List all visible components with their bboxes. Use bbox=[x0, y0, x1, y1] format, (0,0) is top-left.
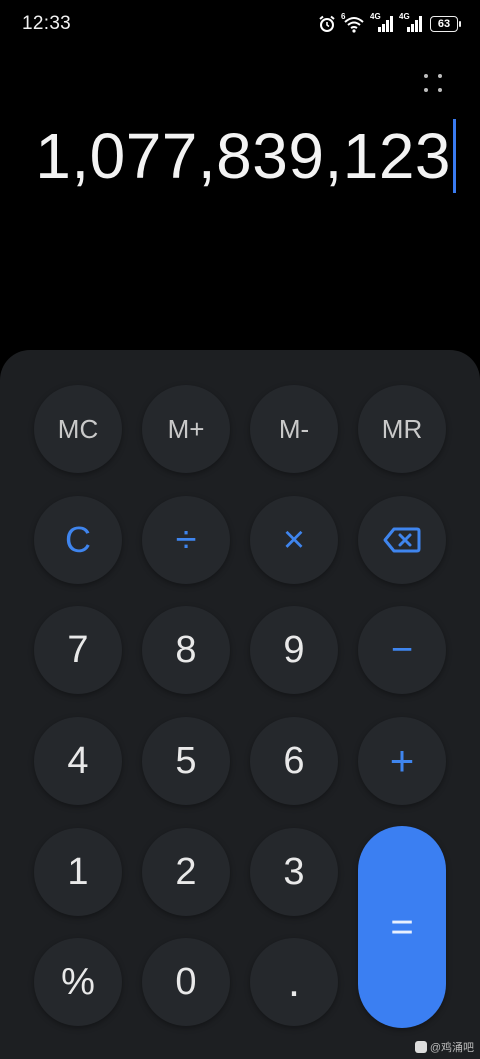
calculator-screen: 12:33 6 4G 4G 63 1,077,839,123 MC M+ M- … bbox=[0, 0, 480, 1059]
memory-subtract-button[interactable]: M- bbox=[250, 385, 338, 473]
sim2-signal: 4G bbox=[399, 12, 423, 33]
memory-add-button[interactable]: M+ bbox=[142, 385, 230, 473]
add-button[interactable]: + bbox=[358, 717, 446, 805]
digit-6-button[interactable]: 6 bbox=[250, 717, 338, 805]
subtract-button[interactable]: − bbox=[358, 606, 446, 694]
watermark: @鸡涌吧 bbox=[414, 1039, 474, 1055]
sim1-signal: 4G bbox=[370, 12, 394, 33]
battery-indicator: 63 bbox=[430, 16, 461, 32]
multiply-button[interactable]: × bbox=[250, 496, 338, 584]
digit-0-button[interactable]: 0 bbox=[142, 938, 230, 1026]
text-cursor bbox=[453, 119, 456, 193]
wifi-tag: 6 bbox=[341, 12, 346, 21]
keypad: MC M+ M- MR C ÷ × 7 8 9 − 4 5 6 + 1 2 3 … bbox=[0, 350, 480, 1059]
watermark-text: @鸡涌吧 bbox=[429, 1042, 474, 1054]
display-value: 1,077,839,123 bbox=[35, 120, 451, 192]
percent-button[interactable]: % bbox=[34, 938, 122, 1026]
status-bar: 12:33 6 4G 4G 63 bbox=[0, 0, 480, 48]
digit-5-button[interactable]: 5 bbox=[142, 717, 230, 805]
digit-9-button[interactable]: 9 bbox=[250, 606, 338, 694]
sim1-tag: 4G bbox=[370, 12, 381, 21]
digit-2-button[interactable]: 2 bbox=[142, 828, 230, 916]
memory-recall-button[interactable]: MR bbox=[358, 385, 446, 473]
status-time: 12:33 bbox=[22, 13, 72, 34]
watermark-logo-icon bbox=[414, 1041, 427, 1053]
sim2-tag: 4G bbox=[399, 12, 410, 21]
equals-button[interactable]: = bbox=[358, 826, 446, 1028]
backspace-button[interactable] bbox=[358, 496, 446, 584]
status-icons: 6 4G 4G 63 bbox=[318, 12, 461, 33]
alarm-icon bbox=[319, 15, 335, 32]
clear-button[interactable]: C bbox=[34, 496, 122, 584]
digit-3-button[interactable]: 3 bbox=[250, 828, 338, 916]
wifi-icon bbox=[344, 17, 364, 33]
battery-level: 63 bbox=[437, 18, 451, 30]
wifi-indicator: 6 bbox=[341, 12, 365, 33]
more-options-icon[interactable] bbox=[422, 72, 446, 96]
digit-8-button[interactable]: 8 bbox=[142, 606, 230, 694]
divide-button[interactable]: ÷ bbox=[142, 496, 230, 584]
memory-clear-button[interactable]: MC bbox=[34, 385, 122, 473]
display: 1,077,839,123 bbox=[35, 118, 456, 194]
digit-4-button[interactable]: 4 bbox=[34, 717, 122, 805]
digit-1-button[interactable]: 1 bbox=[34, 828, 122, 916]
decimal-button[interactable]: . bbox=[250, 938, 338, 1026]
backspace-icon bbox=[383, 527, 421, 553]
digit-7-button[interactable]: 7 bbox=[34, 606, 122, 694]
